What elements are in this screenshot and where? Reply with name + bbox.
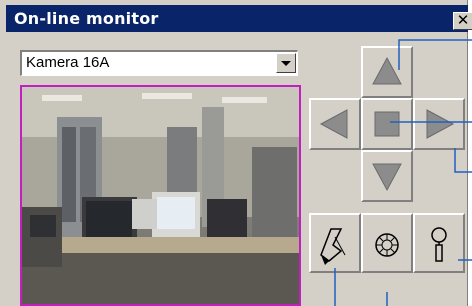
chevron-down-icon[interactable] [276,53,296,73]
title-bar[interactable]: On-line monitor ✕ [6,5,472,32]
zoom-button[interactable] [413,213,465,273]
arrow-right-icon [426,109,455,139]
pan-right-button[interactable] [413,98,465,150]
window-title: On-line monitor [14,9,159,28]
square-stop-icon [374,111,400,137]
tilt-down-button[interactable] [361,150,413,202]
arrow-down-icon [372,163,402,192]
camera-image [22,87,299,304]
camera-select[interactable]: Kamera 16A [20,50,298,76]
iris-icon [375,233,399,257]
arrow-up-icon [372,56,402,85]
zoom-icon [431,227,447,262]
arrow-left-icon [319,109,348,139]
on-line-monitor-window: On-line monitor ✕ Kamera 16A [0,0,472,306]
pan-left-button[interactable] [309,98,361,150]
close-button[interactable]: ✕ [453,12,472,30]
home-button[interactable] [361,98,413,150]
camera-video-feed [20,85,301,306]
tilt-up-button[interactable] [361,46,413,98]
close-icon: ✕ [456,12,470,29]
iris-button[interactable] [361,213,413,273]
camera-select-value: Kamera 16A [26,54,110,71]
focus-button[interactable] [309,213,361,273]
focus-icon [320,228,346,265]
